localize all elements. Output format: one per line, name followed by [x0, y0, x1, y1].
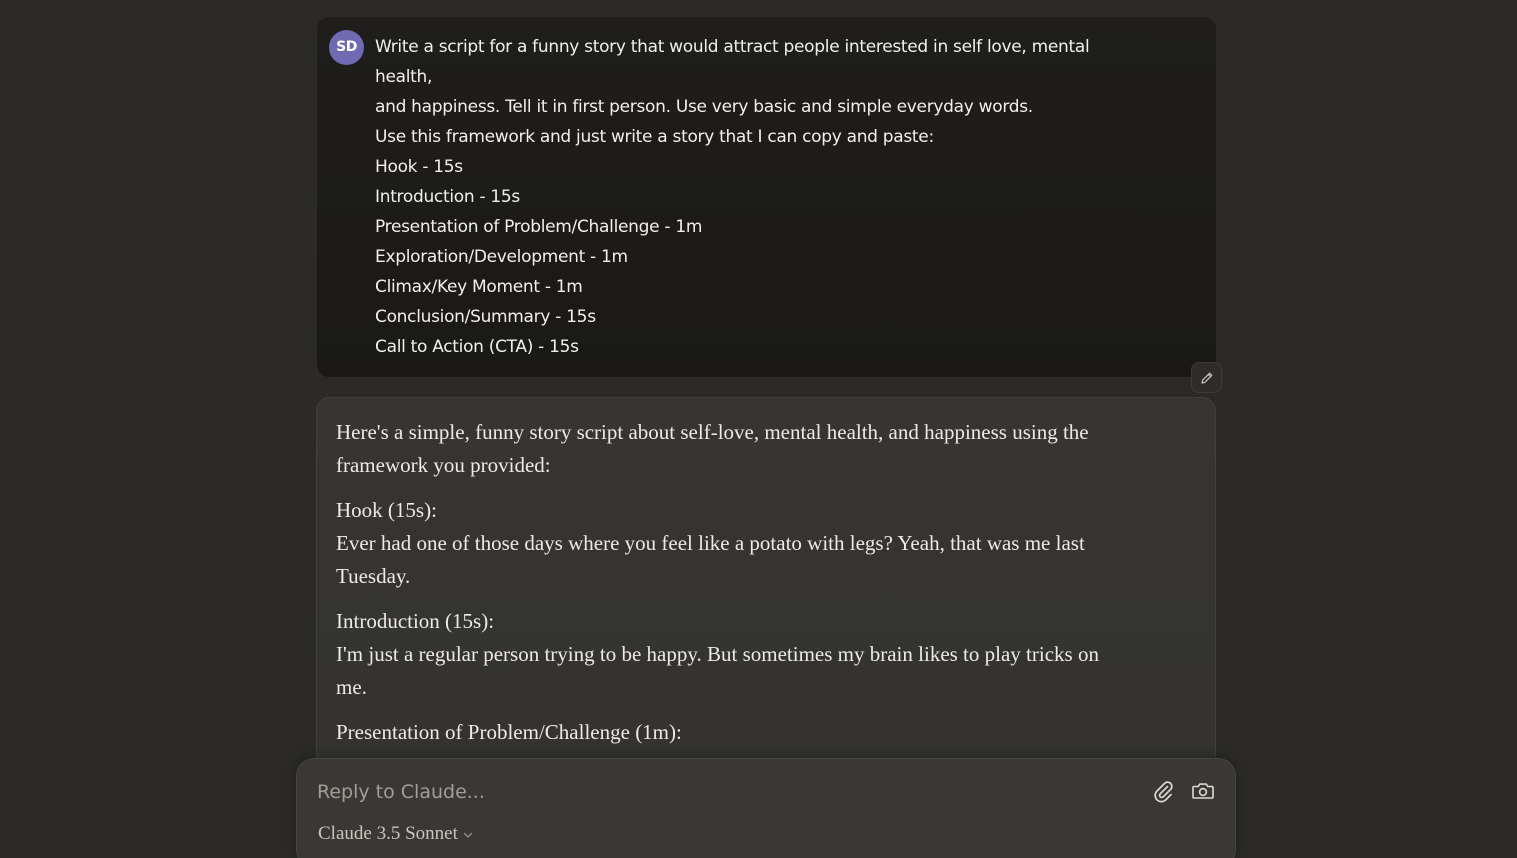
user-avatar: SD — [329, 30, 364, 65]
problem-section: Presentation of Problem/Challenge (1m): — [336, 716, 1186, 749]
camera-icon — [1192, 783, 1214, 799]
user-message-line: Presentation of Problem/Challenge - 1m — [375, 217, 703, 237]
assistant-text-line: Tuesday. — [336, 564, 411, 588]
user-message-line: Call to Action (CTA) - 15s — [375, 337, 579, 357]
chevron-down-icon — [463, 832, 473, 838]
assistant-message-text: Here's a simple, funny story script abou… — [336, 416, 1186, 761]
edit-message-button[interactable] — [1191, 362, 1222, 393]
assistant-text-line: me. — [336, 675, 367, 699]
hook-heading: Hook (15s): — [336, 498, 437, 522]
user-message-line: health, — [375, 67, 433, 87]
user-message-line: Introduction - 15s — [375, 187, 520, 207]
user-message: SD Write a script for a funny story that… — [317, 17, 1216, 377]
assistant-text-line: I'm just a regular person trying to be h… — [336, 642, 1099, 666]
reply-composer: Claude 3.5 Sonnet — [296, 758, 1236, 858]
hook-section: Hook (15s): Ever had one of those days w… — [336, 494, 1186, 593]
introduction-heading: Introduction (15s): — [336, 609, 495, 633]
user-message-line: Conclusion/Summary - 15s — [375, 307, 596, 327]
assistant-text-line: Here's a simple, funny story script abou… — [336, 420, 1089, 444]
user-message-line: Use this framework and just write a stor… — [375, 127, 934, 147]
problem-heading: Presentation of Problem/Challenge (1m): — [336, 720, 682, 744]
model-label: Claude 3.5 Sonnet — [318, 823, 458, 844]
model-selector[interactable]: Claude 3.5 Sonnet — [318, 823, 474, 845]
introduction-section: Introduction (15s): I'm just a regular p… — [336, 605, 1186, 704]
user-message-text: Write a script for a funny story that wo… — [375, 32, 1175, 362]
screenshot-button[interactable] — [1189, 777, 1217, 805]
reply-input[interactable] — [317, 775, 1117, 809]
user-message-line: Write a script for a funny story that wo… — [375, 37, 1090, 57]
user-message-line: Hook - 15s — [375, 157, 463, 177]
user-message-line: Climax/Key Moment - 1m — [375, 277, 583, 297]
pencil-icon — [1201, 372, 1213, 384]
user-message-line: Exploration/Development - 1m — [375, 247, 628, 267]
assistant-text-line: framework you provided: — [336, 453, 551, 477]
assistant-intro-paragraph: Here's a simple, funny story script abou… — [336, 416, 1186, 482]
attach-file-button[interactable] — [1149, 777, 1177, 805]
user-message-line: and happiness. Tell it in first person. … — [375, 97, 1033, 117]
assistant-text-line: Ever had one of those days where you fee… — [336, 531, 1085, 555]
paperclip-icon — [1154, 781, 1173, 803]
